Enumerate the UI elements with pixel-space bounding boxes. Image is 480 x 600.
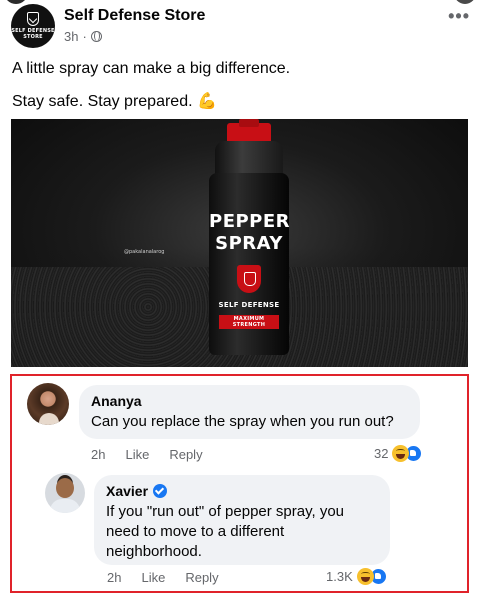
can-label-line2: SPRAY (215, 233, 283, 254)
post-header: SELF DEFENSE STORE Self Defense Store 3h… (10, 2, 470, 52)
flexed-biceps-icon: 💪 (197, 93, 217, 110)
comment-bubble: Ananya Can you replace the spray when yo… (79, 385, 420, 439)
post-caption: A little spray can make a big difference… (12, 58, 468, 124)
reaction-icons (356, 568, 387, 585)
comment-time[interactable]: 2h (107, 570, 121, 585)
comment-author: Xavier (106, 483, 378, 499)
like-button[interactable]: Like (125, 447, 149, 462)
post-timestamp[interactable]: 3h (64, 29, 78, 44)
globe-icon[interactable] (90, 31, 102, 42)
caption-line-1: A little spray can make a big difference… (12, 60, 291, 77)
caption-line-2-text: Stay safe. Stay prepared. (12, 93, 193, 110)
avatar[interactable] (45, 473, 85, 513)
comment-time[interactable]: 2h (91, 447, 105, 462)
spray-can: PEPPER SPRAY SELF DEFENSE MAXIMUM STRENG… (209, 173, 291, 355)
can-label-line1: PEPPER (209, 211, 291, 232)
can-subtitle: SELF DEFENSE (218, 301, 280, 309)
comment-text: Can you replace the spray when you run o… (91, 413, 394, 430)
post-meta: 3h · (64, 29, 102, 44)
comment-text: If you "run out" of pepper spray, you ne… (106, 503, 345, 560)
haha-reaction-icon (356, 568, 374, 585)
caption-line-2: Stay safe. Stay prepared. 💪 (12, 91, 468, 113)
comment-author[interactable]: Ananya (91, 393, 408, 409)
spray-can-cap (227, 119, 271, 143)
image-watermark: @pakalanalarog (124, 249, 165, 255)
verified-badge-icon (153, 484, 168, 498)
reply-button[interactable]: Reply (185, 570, 218, 585)
spray-can-collar (215, 141, 283, 177)
logo-text-line2: STORE (23, 34, 43, 40)
spray-can-label: PEPPER SPRAY (209, 211, 291, 255)
reaction-icons (392, 445, 423, 462)
reaction-count: 32 (374, 446, 389, 461)
more-options-icon[interactable]: ••• (448, 6, 470, 27)
page-name-link[interactable]: Self Defense Store (64, 7, 205, 25)
shield-badge-icon (237, 265, 261, 293)
reaction-summary[interactable]: 1.3K (326, 568, 387, 585)
like-button[interactable]: Like (141, 570, 165, 585)
reaction-summary[interactable]: 32 (374, 445, 423, 462)
comment-actions: 2h Like Reply (91, 447, 203, 462)
avatar[interactable] (27, 383, 69, 425)
page-avatar[interactable]: SELF DEFENSE STORE (11, 4, 55, 48)
comment-actions: 2h Like Reply (107, 570, 219, 585)
reaction-count: 1.3K (326, 569, 353, 584)
comment-author-name[interactable]: Xavier (106, 483, 148, 499)
meta-separator: · (82, 29, 87, 44)
post-image[interactable]: @pakalanalarog PEPPER SPRAY SELF DEFENSE… (11, 119, 468, 367)
comment-author-name[interactable]: Ananya (91, 393, 142, 409)
comment-bubble: Xavier If you "run out" of pepper spray,… (94, 475, 390, 565)
shield-logo-icon (27, 12, 39, 26)
can-strength-band: MAXIMUM STRENGTH (219, 315, 279, 329)
reply-button[interactable]: Reply (169, 447, 202, 462)
